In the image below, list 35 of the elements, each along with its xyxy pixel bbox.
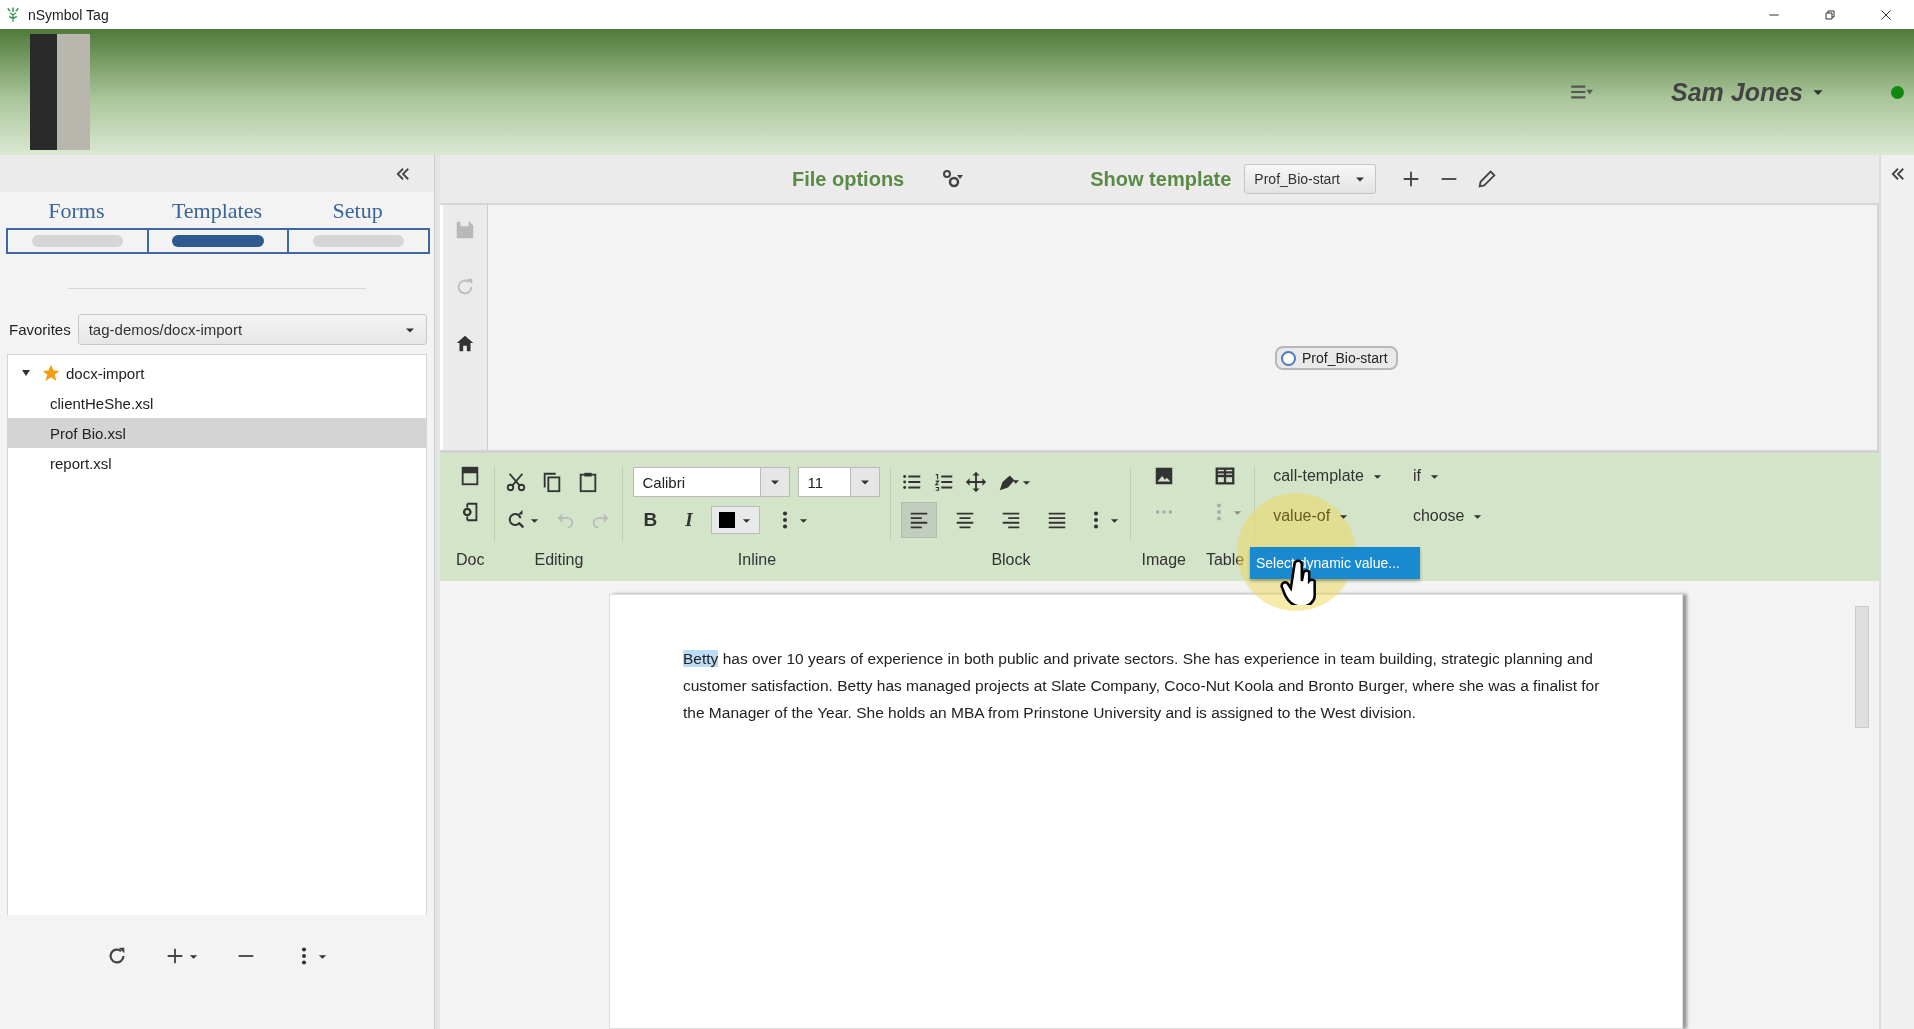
move-icon[interactable] xyxy=(965,471,988,493)
font-size-dropdown[interactable]: 11 xyxy=(798,467,881,497)
user-menu-button[interactable]: Sam Jones xyxy=(1671,77,1825,107)
cut-icon[interactable] xyxy=(505,471,528,493)
show-template-label: Show template xyxy=(1090,167,1232,191)
table-icon[interactable] xyxy=(1214,465,1237,487)
tree-item[interactable]: report.xsl xyxy=(8,448,426,478)
group-label: Inline xyxy=(737,551,777,570)
template-dropdown[interactable]: Prof_Bio-start xyxy=(1244,164,1376,194)
tab[interactable]: Setup xyxy=(287,198,428,254)
group-label: Block xyxy=(991,551,1031,570)
xsl-dropdown-button[interactable]: choose xyxy=(1408,503,1488,529)
app-logo-icon xyxy=(4,5,22,24)
template-node[interactable]: Prof_Bio-start xyxy=(1275,346,1398,370)
group-label: Doc xyxy=(456,551,485,570)
tree-item[interactable]: docx-import xyxy=(8,358,426,388)
favorites-dropdown[interactable]: tag-demos/docx-import xyxy=(77,314,427,345)
tree-item[interactable]: Prof Bio.xsl xyxy=(8,418,426,448)
xsl-dropdown-button[interactable]: call-template xyxy=(1269,463,1387,489)
favorites-label: Favorites xyxy=(9,321,71,338)
paragraph: Betty has over 10 years of experience in both public and private sectors. She has experience in team building, strategic planning and customer satisfaction. Betty has managed projects at Slate Company, Coco-Nut Koola and Bronto Burger, where she was a finalist for the Manager of the Year. She holds an MBA from Prinstone University and is assigned to the West division. xyxy=(683,649,1601,723)
italic-button[interactable]: I xyxy=(675,509,703,531)
tab[interactable]: Templates xyxy=(146,198,288,254)
file-options-label: File options xyxy=(792,167,905,191)
xsl-dropdown-button[interactable]: if xyxy=(1408,463,1488,489)
bold-button[interactable]: B xyxy=(633,509,668,531)
align-left-button[interactable] xyxy=(901,502,938,538)
group-label: Editing xyxy=(534,551,584,570)
window-title: nSymbol Tag xyxy=(28,6,109,23)
tab[interactable]: Forms xyxy=(6,198,147,254)
group-label: Table xyxy=(1205,551,1245,570)
text-color-button[interactable] xyxy=(710,506,760,534)
tree-item[interactable]: clientHeShe.xsl xyxy=(8,388,426,418)
group-label: Image xyxy=(1141,551,1186,570)
font-dropdown[interactable]: Calibri xyxy=(633,467,791,497)
